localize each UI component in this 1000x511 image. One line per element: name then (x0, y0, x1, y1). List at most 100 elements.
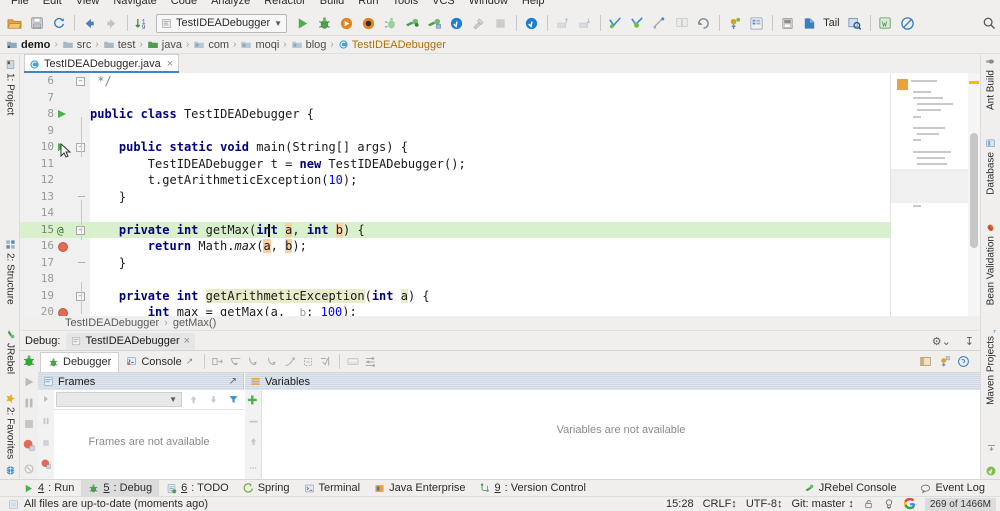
jrebel-run-icon[interactable] (446, 13, 467, 34)
code-line[interactable]: 12 t.getArithmeticException(10); (20, 172, 980, 189)
open-folder-icon[interactable] (4, 13, 25, 34)
minimap-viewport[interactable] (891, 169, 968, 203)
code-line[interactable]: 18 (20, 271, 980, 288)
chevron-down-icon[interactable]: ▼ (169, 395, 177, 404)
debug-header-hide-icon[interactable]: ↧ (965, 335, 974, 348)
breadcrumb-item-java[interactable]: java (147, 39, 184, 51)
search-everywhere-icon[interactable] (844, 13, 865, 34)
code-editor[interactable]: 6− */78public class TestIDEADebugger {91… (20, 73, 980, 316)
breadcrumb-item-testideadebugger[interactable]: TestIDEADebugger (338, 39, 448, 51)
tool-window-debug[interactable]: 5: Debug (81, 480, 159, 496)
debug-session-tab[interactable]: TestIDEADebugger × (66, 333, 195, 350)
breadcrumb-item-test[interactable]: test (103, 39, 138, 51)
code-line[interactable]: 19− private int getArithmeticException(i… (20, 288, 980, 305)
rollback-icon[interactable] (693, 13, 714, 34)
code-line[interactable]: 7 (20, 90, 980, 107)
evaluate-expression-icon[interactable] (344, 353, 362, 371)
attach-debugger-icon[interactable] (402, 13, 423, 34)
show-execution-point-icon[interactable] (209, 353, 227, 371)
git-branch-indicator[interactable]: Git: master ↕ (791, 498, 853, 510)
filter-icon[interactable] (224, 394, 242, 405)
save-all-icon[interactable] (26, 13, 47, 34)
code-line[interactable]: 9 (20, 123, 980, 140)
run-icon[interactable] (292, 13, 313, 34)
tool-window-terminal[interactable]: Terminal (297, 480, 368, 496)
step-into-icon[interactable] (245, 353, 263, 371)
stop-icon[interactable] (22, 417, 36, 431)
database-icon[interactable] (777, 13, 798, 34)
cancel-icon[interactable] (897, 13, 918, 34)
unlock-icon[interactable] (863, 498, 874, 510)
drop-frame-icon[interactable] (299, 353, 317, 371)
code-line[interactable]: 10− public static void main(String[] arg… (20, 139, 980, 156)
sidebar-item-database[interactable]: Database (981, 138, 1000, 198)
menu-refactor[interactable]: Refactor (257, 0, 313, 7)
menu-analyze[interactable]: Analyze (204, 0, 257, 7)
debug-icon[interactable] (314, 13, 335, 34)
warning-stripe[interactable] (969, 81, 979, 84)
attach-process-icon[interactable] (424, 13, 445, 34)
google-icon[interactable] (904, 498, 916, 510)
expand-icon[interactable]: ↗ (229, 376, 237, 387)
move-up-icon[interactable] (184, 394, 202, 405)
menu-tools[interactable]: Tools (385, 0, 425, 7)
sync-icon[interactable] (48, 13, 69, 34)
code-line[interactable]: 16 return Math.max(a, b); (20, 238, 980, 255)
breadcrumb-class[interactable]: TestIDEADebugger (65, 317, 159, 329)
menu-navigate[interactable]: Navigate (106, 0, 163, 7)
stop-small-icon[interactable] (41, 438, 51, 448)
run-gutter-icon[interactable] (58, 110, 66, 118)
sidebar-item-bean-validation[interactable]: Bean Validation (981, 222, 1000, 308)
rerun-icon[interactable] (380, 13, 401, 34)
editor-scrollbar[interactable] (968, 73, 980, 316)
tool-window-versioncontrol[interactable]: 9: Version Control (473, 480, 593, 496)
commit-icon[interactable] (649, 13, 670, 34)
update-project-icon[interactable] (627, 13, 648, 34)
close-icon[interactable]: × (167, 58, 173, 70)
tool-window-jrebelconsole[interactable]: JRebel Console (797, 480, 904, 496)
chevron-down-icon[interactable]: ▼ (274, 19, 282, 28)
run-to-cursor-icon[interactable] (317, 353, 335, 371)
sidebar-item-favorites[interactable]: 2: Favorites (0, 390, 20, 459)
menu-build[interactable]: Build (313, 0, 351, 7)
breadcrumb-item-blog[interactable]: blog (291, 39, 329, 51)
code-line[interactable]: 15@− private int getMax(int a, int b) { (20, 222, 980, 239)
scrollbar-thumb[interactable] (970, 133, 978, 248)
force-step-into-icon[interactable] (263, 353, 281, 371)
mute-breakpoints-icon[interactable] (22, 462, 36, 476)
stop-icon[interactable] (490, 13, 511, 34)
close-icon[interactable]: × (184, 335, 190, 347)
magnifier-icon[interactable] (978, 13, 999, 34)
override-marker-icon[interactable]: @ (57, 223, 64, 240)
find-icon[interactable]: W (875, 13, 896, 34)
settings-icon[interactable] (938, 355, 951, 368)
breadcrumb-item-moqi[interactable]: moqi (240, 39, 281, 51)
move-up-icon[interactable] (248, 436, 259, 447)
menu-code[interactable]: Code (164, 0, 204, 7)
sidebar-item-maven-projects[interactable]: Maven Projects m (981, 322, 1000, 408)
breadcrumb-item-com[interactable]: com (193, 39, 231, 51)
jrebel-debug-icon[interactable] (521, 13, 542, 34)
menu-window[interactable]: Window (462, 0, 515, 7)
tab-debugger[interactable]: Debugger (40, 352, 119, 372)
settings-icon[interactable] (724, 13, 745, 34)
fold-collapse-icon[interactable]: − (76, 77, 85, 86)
sidebar-item-structure[interactable]: 2: Structure (0, 236, 20, 305)
breakpoint-small-icon[interactable] (40, 458, 52, 470)
tool-window-todo[interactable]: 6: TODO (159, 480, 236, 496)
pause-icon[interactable] (22, 396, 36, 410)
step-over-icon[interactable] (227, 353, 245, 371)
layout-icon[interactable] (919, 355, 932, 368)
menu-help[interactable]: Help (515, 0, 552, 7)
sidebar-item-collapse[interactable] (981, 439, 1000, 453)
sidebar-item-project[interactable]: 1: Project (0, 56, 20, 115)
settings-icon[interactable] (362, 353, 380, 371)
expand-pane-icon[interactable] (41, 394, 51, 404)
run-configuration-selector[interactable]: TestIDEADebugger ▼ (156, 14, 287, 33)
tool-window-eventlog[interactable]: Event Log (913, 480, 992, 496)
code-line[interactable]: 8public class TestIDEADebugger { (20, 106, 980, 123)
line-separator-indicator[interactable]: CRLF↕ (703, 498, 737, 510)
profile-icon[interactable] (358, 13, 379, 34)
help-icon[interactable] (957, 355, 970, 368)
editor-minimap[interactable] (890, 73, 968, 316)
